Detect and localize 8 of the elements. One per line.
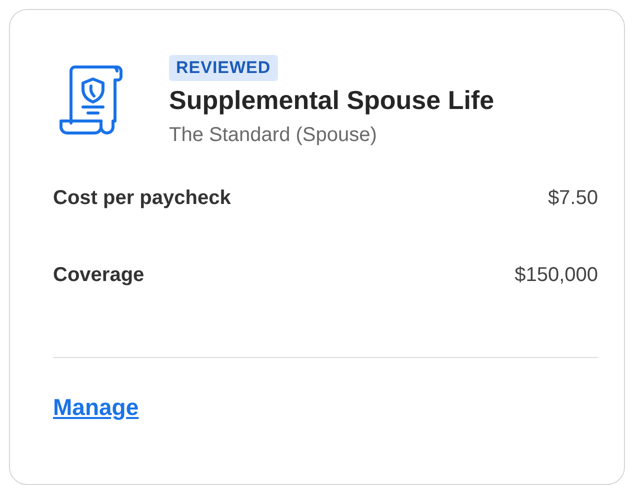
- manage-link[interactable]: Manage: [53, 394, 139, 421]
- plan-provider: The Standard (Spouse): [169, 124, 377, 147]
- detail-value: $7.50: [548, 187, 598, 210]
- detail-label: Cost per paycheck: [53, 187, 231, 210]
- status-badge: REVIEWED: [169, 55, 278, 81]
- plan-title: Supplemental Spouse Life: [169, 85, 494, 116]
- detail-label: Coverage: [53, 264, 144, 287]
- detail-value: $150,000: [514, 264, 598, 287]
